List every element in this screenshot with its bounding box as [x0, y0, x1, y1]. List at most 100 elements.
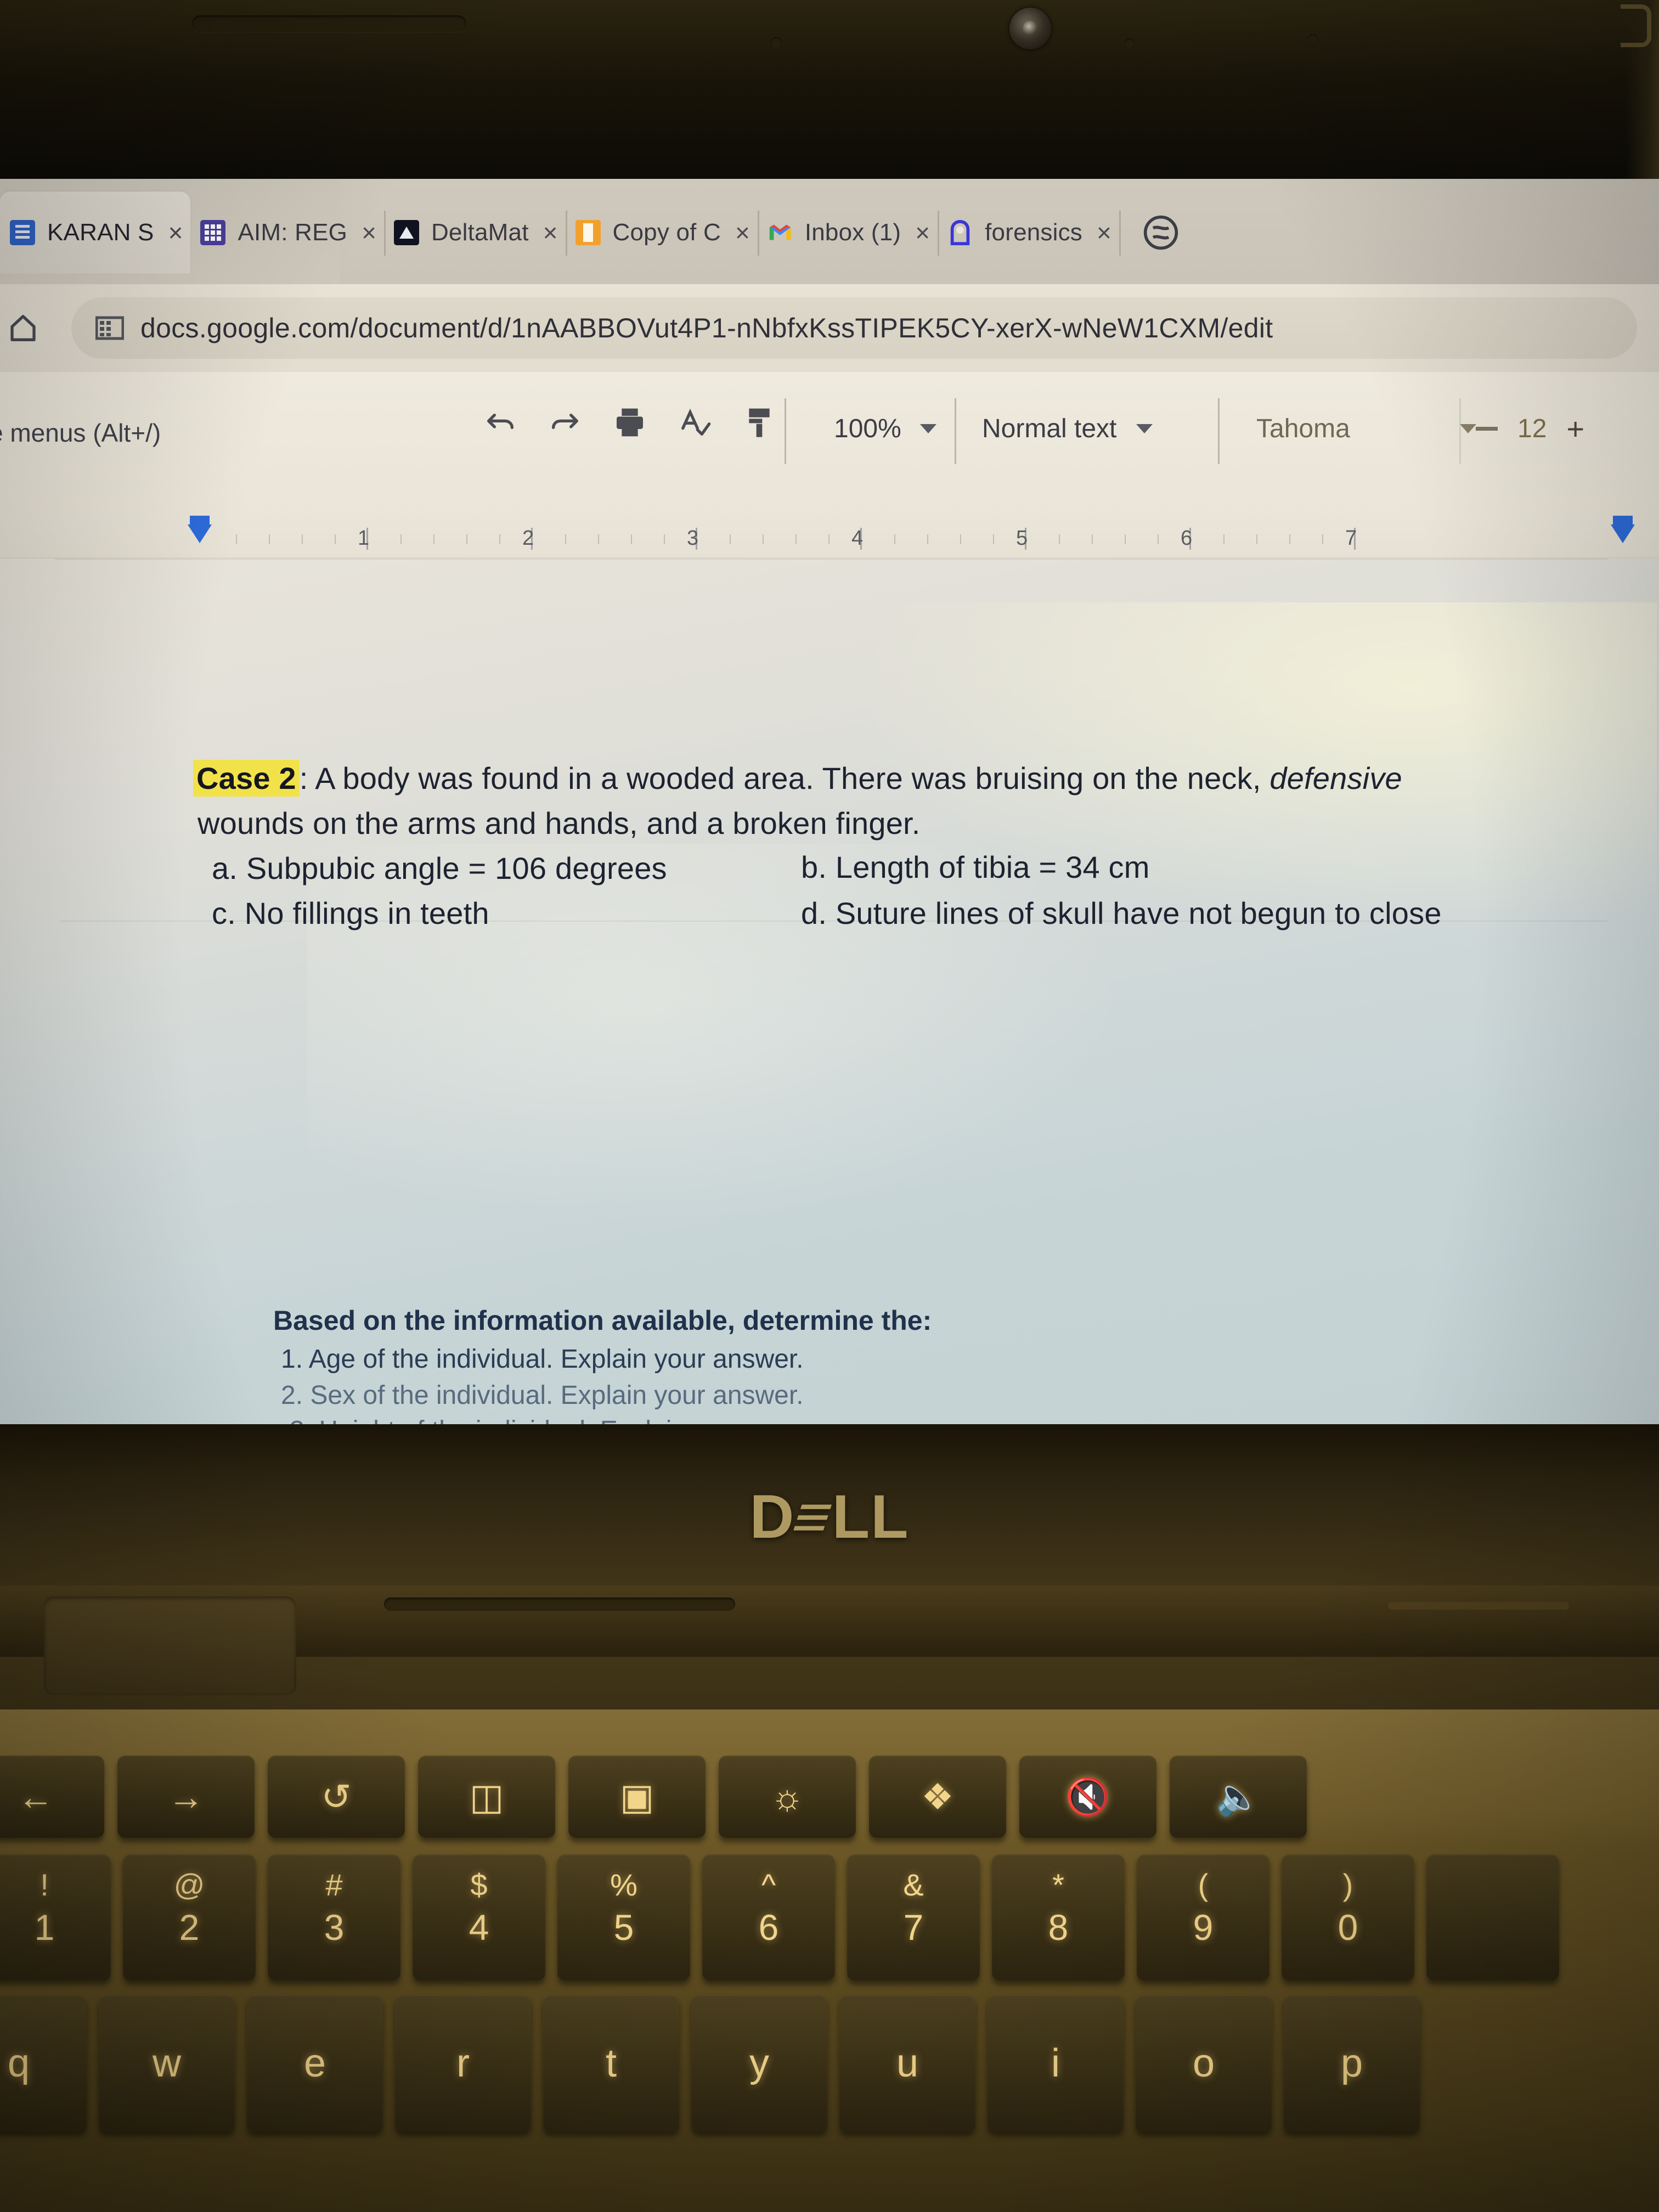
- key-shift-label: !: [40, 1867, 49, 1902]
- toolbar-divider: [955, 398, 956, 464]
- close-icon[interactable]: ×: [362, 218, 376, 247]
- tab-inbox[interactable]: Inbox (1) ×: [757, 194, 938, 271]
- ruler-mark: 3: [687, 527, 699, 550]
- increase-font-size-button[interactable]: +: [1566, 414, 1584, 444]
- key-e[interactable]: e: [247, 1995, 383, 2132]
- key-brightness-down[interactable]: ☼: [719, 1756, 856, 1838]
- key-5[interactable]: % 5: [557, 1854, 690, 1980]
- key-9[interactable]: ( 9: [1137, 1854, 1269, 1980]
- case-line-2: wounds on the arms and hands, and a brok…: [198, 806, 921, 840]
- toolbar-divider: [1218, 398, 1220, 464]
- document-ruler[interactable]: 1 2 3 4 5 6 7: [0, 515, 1659, 558]
- font-size-value: 12: [1517, 414, 1547, 443]
- key-2[interactable]: @ 2: [123, 1854, 256, 1980]
- question-3: 3. Height of the individual. Explain you…: [290, 1415, 843, 1424]
- forensics-icon: [947, 219, 973, 245]
- document-page[interactable]: Case 2: A body was found in a wooded are…: [0, 558, 1659, 1424]
- redo-icon[interactable]: [548, 405, 583, 440]
- slides-icon: [575, 220, 601, 245]
- close-icon[interactable]: ×: [1097, 218, 1111, 247]
- close-icon[interactable]: ×: [915, 218, 930, 247]
- search-menus-input[interactable]: e menus (Alt+/): [0, 418, 161, 448]
- tab-forensics[interactable]: forensics ×: [938, 194, 1119, 271]
- key-0[interactable]: ) 0: [1282, 1854, 1414, 1980]
- document-body[interactable]: Case 2: A body was found in a wooded are…: [0, 558, 1659, 1424]
- key-y[interactable]: y: [691, 1995, 827, 2132]
- key-volume-down[interactable]: 🔈: [1170, 1756, 1307, 1838]
- paragraph-style-selector[interactable]: Normal text: [982, 414, 1153, 444]
- key-back[interactable]: ←: [0, 1756, 104, 1838]
- chevron-down-icon: [919, 424, 936, 433]
- key-mute[interactable]: 🔇: [1019, 1756, 1156, 1838]
- bezel-sensor-dot: [1308, 34, 1318, 43]
- spelling-check-icon[interactable]: [677, 405, 712, 440]
- close-icon[interactable]: ×: [168, 218, 183, 247]
- key-8[interactable]: * 8: [992, 1854, 1125, 1980]
- key-shift-label: $: [470, 1867, 488, 1902]
- key-forward[interactable]: →: [117, 1756, 255, 1838]
- keyboard-function-row: ← → ↺ ◫ ▣ ☼ ❖ 🔇 🔈: [0, 1756, 1307, 1838]
- key-brightness-up[interactable]: ❖: [869, 1756, 1006, 1838]
- left-indent-marker[interactable]: [188, 516, 212, 553]
- key-overview[interactable]: ▣: [568, 1756, 706, 1838]
- aim-grid-icon: [200, 220, 226, 245]
- font-size-control[interactable]: 12 +: [1476, 414, 1584, 444]
- key-w[interactable]: w: [99, 1995, 235, 2132]
- key-1[interactable]: ! 1: [0, 1854, 111, 1980]
- key-label: r: [456, 2041, 470, 2085]
- home-icon[interactable]: [5, 311, 41, 346]
- ruler-mark: 2: [522, 527, 534, 550]
- key-o[interactable]: o: [1136, 1995, 1272, 2132]
- paint-format-icon[interactable]: [742, 405, 777, 440]
- key-u[interactable]: u: [839, 1995, 975, 2132]
- key-p[interactable]: p: [1284, 1995, 1420, 2132]
- font-selector[interactable]: Tahoma: [1256, 414, 1476, 444]
- close-icon[interactable]: ×: [543, 218, 558, 247]
- key-i[interactable]: i: [988, 1995, 1124, 2132]
- chevron-down-icon: [1459, 424, 1476, 433]
- case-label-highlight: Case 2: [193, 760, 300, 797]
- dell-logo: D≡LL: [0, 1481, 1659, 1552]
- undo-icon[interactable]: [483, 405, 518, 440]
- key-6[interactable]: ^ 6: [702, 1854, 835, 1980]
- key-r[interactable]: r: [395, 1995, 531, 2132]
- case-line-1-text: : A body was found in a wooded area. The…: [299, 761, 1270, 795]
- key-minus[interactable]: [1426, 1854, 1559, 1980]
- google-docs-icon: [10, 220, 35, 245]
- key-base-label: 7: [903, 1907, 924, 1948]
- right-indent-marker[interactable]: [1611, 516, 1635, 553]
- ruler-mark: 6: [1181, 527, 1193, 550]
- tab-karan-s[interactable]: KARAN S ×: [0, 191, 191, 274]
- evidence-item-a: a. Subpubic angle = 106 degrees: [212, 851, 667, 885]
- key-label: e: [303, 2041, 326, 2085]
- decrease-font-size-button[interactable]: [1476, 427, 1498, 431]
- tab-overflow-button[interactable]: [1119, 194, 1187, 271]
- tab-copy-of-c[interactable]: Copy of C ×: [565, 194, 758, 271]
- key-base-label: 5: [613, 1907, 634, 1948]
- reload-icon: ↺: [321, 1776, 352, 1817]
- url-text: docs.google.com/document/d/1nAABBOVut4P1…: [140, 313, 1273, 343]
- key-base-label: 4: [469, 1907, 489, 1948]
- address-bar[interactable]: docs.google.com/document/d/1nAABBOVut4P1…: [71, 297, 1637, 359]
- key-label: w: [153, 2041, 181, 2085]
- keyboard-number-row: ! 1 @ 2 # 3 $ 4 % 5 ^ 6 & 7 * 8 ( 9 ) 0: [0, 1854, 1559, 1980]
- key-base-label: 9: [1193, 1907, 1214, 1948]
- key-fullscreen[interactable]: ◫: [418, 1756, 555, 1838]
- tab-aim-reg[interactable]: AIM: REG ×: [190, 194, 384, 271]
- key-3[interactable]: # 3: [268, 1854, 400, 1980]
- key-q[interactable]: q: [0, 1995, 87, 2132]
- key-reload[interactable]: ↺: [268, 1756, 405, 1838]
- gmail-icon: [768, 220, 793, 245]
- key-4[interactable]: $ 4: [413, 1854, 545, 1980]
- key-base-label: 2: [179, 1907, 200, 1948]
- print-icon[interactable]: [612, 405, 647, 440]
- tab-deltamath[interactable]: DeltaMat ×: [383, 194, 566, 271]
- key-label: q: [7, 2041, 30, 2085]
- key-t[interactable]: t: [543, 1995, 679, 2132]
- key-7[interactable]: & 7: [847, 1854, 980, 1980]
- zoom-selector[interactable]: 100%: [834, 414, 936, 444]
- close-icon[interactable]: ×: [735, 218, 750, 247]
- question-2: 2. Sex of the individual. Explain your a…: [281, 1381, 804, 1410]
- chevron-down-icon: [1136, 424, 1153, 433]
- key-label: p: [1340, 2041, 1363, 2085]
